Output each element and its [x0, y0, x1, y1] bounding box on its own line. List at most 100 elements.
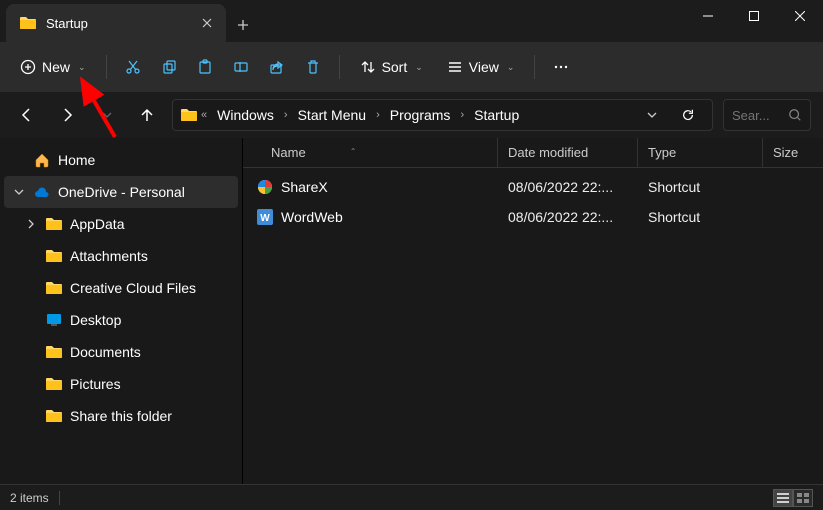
file-explorer-window: Startup New ⌄ Sort ⌄ — [0, 0, 823, 510]
view-icon — [447, 59, 463, 75]
sidebar-item-pictures[interactable]: Pictures — [0, 368, 242, 400]
column-type[interactable]: Type — [638, 138, 763, 167]
new-button[interactable]: New ⌄ — [10, 49, 96, 85]
window-tab[interactable]: Startup — [6, 4, 226, 42]
paste-button[interactable] — [189, 49, 221, 85]
navigation-pane: Home OneDrive - Personal AppData Attachm… — [0, 138, 243, 484]
window-controls — [685, 0, 823, 32]
search-box[interactable] — [723, 99, 811, 131]
breadcrumb-item[interactable]: Programs — [384, 105, 457, 125]
file-row[interactable]: W WordWeb 08/06/2022 22:... Shortcut — [243, 202, 823, 232]
folder-icon — [181, 108, 197, 122]
thumbnails-view-button[interactable] — [793, 489, 813, 507]
file-list-pane: Name⌃ Date modified Type Size ShareX 08/… — [243, 138, 823, 484]
desktop-icon — [46, 313, 62, 327]
sort-label: Sort — [382, 59, 408, 75]
sidebar-label: Desktop — [70, 312, 121, 328]
recent-locations-button[interactable] — [92, 100, 122, 130]
details-view-button[interactable] — [773, 489, 793, 507]
tab-title: Startup — [46, 16, 190, 31]
status-bar: 2 items — [0, 484, 823, 510]
sidebar-label: AppData — [70, 216, 124, 232]
file-type: Shortcut — [638, 179, 763, 195]
cloud-icon — [34, 184, 50, 200]
breadcrumb[interactable]: « Windows › Start Menu › Programs › Star… — [172, 99, 713, 131]
sidebar-item-documents[interactable]: Documents — [0, 336, 242, 368]
file-date: 08/06/2022 22:... — [498, 209, 638, 225]
refresh-button[interactable] — [672, 99, 704, 131]
sidebar-label: Documents — [70, 344, 141, 360]
sidebar-item-home[interactable]: Home — [0, 144, 242, 176]
breadcrumb-dropdown[interactable] — [636, 99, 668, 131]
sidebar-label: Home — [58, 152, 95, 168]
breadcrumb-item[interactable]: Startup — [468, 105, 525, 125]
file-row[interactable]: ShareX 08/06/2022 22:... Shortcut — [243, 172, 823, 202]
sidebar-label: Creative Cloud Files — [70, 280, 196, 296]
folder-icon — [46, 409, 62, 423]
new-label: New — [42, 59, 70, 75]
folder-icon — [46, 377, 62, 391]
sidebar-item-desktop[interactable]: Desktop — [0, 304, 242, 336]
sidebar-label: OneDrive - Personal — [58, 184, 185, 200]
share-button[interactable] — [261, 49, 293, 85]
home-icon — [34, 152, 50, 168]
delete-button[interactable] — [297, 49, 329, 85]
chevron-down-icon[interactable] — [12, 187, 26, 197]
breadcrumb-item[interactable]: Windows — [211, 105, 280, 125]
sort-icon — [360, 59, 376, 75]
sort-button[interactable]: Sort ⌄ — [350, 49, 433, 85]
folder-icon — [46, 345, 62, 359]
body: Home OneDrive - Personal AppData Attachm… — [0, 138, 823, 484]
chevron-down-icon: ⌄ — [415, 62, 423, 73]
folder-icon — [46, 249, 62, 263]
rename-button[interactable] — [225, 49, 257, 85]
sidebar-item-attachments[interactable]: Attachments — [0, 240, 242, 272]
address-bar-row: « Windows › Start Menu › Programs › Star… — [0, 92, 823, 138]
column-headers: Name⌃ Date modified Type Size — [243, 138, 823, 168]
close-window-button[interactable] — [777, 0, 823, 32]
view-toggle-group — [773, 489, 813, 507]
folder-icon — [46, 217, 62, 231]
close-tab-button[interactable] — [200, 16, 214, 30]
minimize-button[interactable] — [685, 0, 731, 32]
search-input[interactable] — [732, 108, 782, 123]
chevron-right-icon: › — [460, 109, 464, 121]
app-icon: W — [257, 209, 273, 225]
column-size[interactable]: Size — [763, 138, 823, 167]
file-type: Shortcut — [638, 209, 763, 225]
sidebar-item-appdata[interactable]: AppData — [0, 208, 242, 240]
chevron-right-icon[interactable] — [24, 219, 38, 229]
chevron-right-icon: › — [376, 109, 380, 121]
copy-button[interactable] — [153, 49, 185, 85]
back-button[interactable] — [12, 100, 42, 130]
sort-ascending-icon: ⌃ — [350, 147, 357, 156]
chevron-down-icon: ⌄ — [78, 62, 86, 73]
view-button[interactable]: View ⌄ — [437, 49, 525, 85]
forward-button[interactable] — [52, 100, 82, 130]
sidebar-item-onedrive[interactable]: OneDrive - Personal — [4, 176, 238, 208]
folder-icon — [20, 16, 36, 30]
svg-text:W: W — [260, 213, 270, 224]
breadcrumb-overflow[interactable]: « — [201, 109, 207, 121]
column-date[interactable]: Date modified — [498, 138, 638, 167]
up-button[interactable] — [132, 100, 162, 130]
column-name[interactable]: Name⌃ — [243, 138, 498, 167]
file-name: ShareX — [281, 179, 328, 195]
add-tab-button[interactable] — [226, 8, 260, 42]
cut-button[interactable] — [117, 49, 149, 85]
breadcrumb-item[interactable]: Start Menu — [292, 105, 372, 125]
sidebar-label: Share this folder — [70, 408, 172, 424]
maximize-button[interactable] — [731, 0, 777, 32]
titlebar: Startup — [0, 0, 823, 42]
app-icon — [257, 179, 273, 195]
sidebar-label: Pictures — [70, 376, 121, 392]
plus-circle-icon — [20, 59, 36, 75]
view-label: View — [469, 59, 499, 75]
more-button[interactable] — [545, 49, 577, 85]
chevron-down-icon: ⌄ — [507, 62, 515, 73]
item-count: 2 items — [10, 491, 49, 505]
folder-icon — [46, 281, 62, 295]
sidebar-item-creative-cloud[interactable]: Creative Cloud Files — [0, 272, 242, 304]
file-name: WordWeb — [281, 209, 343, 225]
sidebar-item-share-folder[interactable]: Share this folder — [0, 400, 242, 432]
